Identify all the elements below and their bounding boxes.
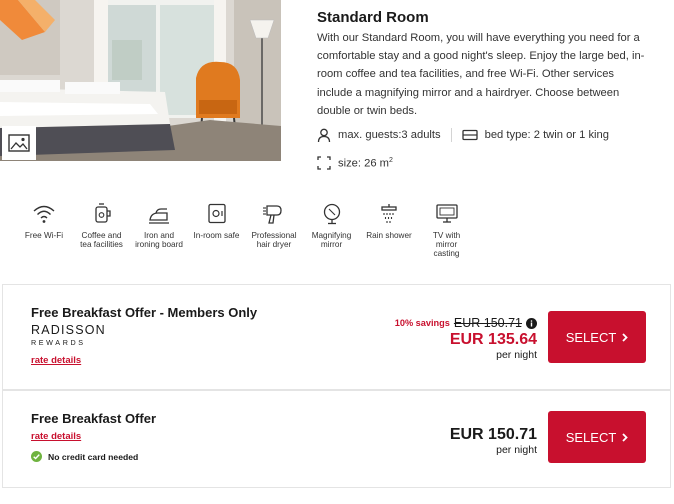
discounted-price: EUR 135.64 (449, 331, 537, 348)
radisson-rewards-logo: RADISSON REWARDS (31, 323, 106, 347)
amenity-label: Professional hair dryer (251, 231, 297, 250)
amenity-magnifying-mirror: Magnifying mirror (308, 203, 356, 259)
info-icon[interactable] (526, 317, 537, 329)
amenity-iron: Iron and ironing board (135, 203, 183, 259)
original-price: EUR 150.71 (453, 316, 522, 330)
offer-name: Free Breakfast Offer (31, 411, 156, 426)
room-description: With our Standard Room, you will have ev… (317, 32, 645, 117)
mirror-icon (323, 203, 340, 225)
amenity-label: TV with mirror casting (432, 231, 461, 259)
room-title: Standard Room (317, 9, 429, 26)
room-meta-row: max. guests:3 adults bed type: 2 twin or… (317, 126, 609, 144)
no-credit-card-note: No credit card needed (31, 451, 138, 462)
image-gallery-icon (8, 134, 30, 152)
meta-divider (450, 128, 452, 142)
hair-dryer-icon (263, 205, 282, 224)
safe-icon (207, 203, 226, 224)
amenity-safe: In-room safe (193, 203, 241, 259)
amenity-hair-dryer: Professional hair dryer (250, 203, 298, 259)
price: EUR 150.71 (449, 426, 537, 443)
amenity-label: Magnifying mirror (311, 231, 352, 250)
room-photo[interactable] (0, 0, 281, 161)
chevron-right-icon (622, 432, 629, 442)
iron-icon (149, 208, 169, 224)
rate-details-link[interactable]: rate details (31, 431, 81, 442)
size-icon (317, 156, 331, 170)
price-block: 10% savings EUR 150.71 EUR 135.64 per ni… (395, 316, 537, 361)
max-guests-text: max. guests:3 adults (338, 129, 441, 141)
amenity-rain-shower: Rain shower (365, 203, 413, 259)
no-credit-card-text: No credit card needed (48, 451, 139, 462)
room-size-text: size: 26 m2 (338, 156, 393, 170)
bed-icon (461, 129, 478, 141)
per-night-label: per night (496, 444, 537, 456)
amenity-coffee-tea: Coffee and tea facilities (78, 203, 126, 259)
wifi-icon (33, 205, 55, 223)
room-size: size: 26 m2 (317, 156, 393, 170)
select-button[interactable]: SELECT (548, 411, 646, 463)
amenity-free-wifi: Free Wi-Fi (20, 203, 68, 259)
select-button[interactable]: SELECT (548, 311, 646, 363)
room-size-row: size: 26 m2 (317, 154, 393, 172)
chevron-right-icon (622, 332, 629, 342)
savings-label: 10% savings (394, 318, 450, 328)
shower-icon (381, 204, 397, 223)
rate-details-link[interactable]: rate details (31, 355, 81, 366)
select-button-label: SELECT (565, 429, 617, 445)
savings-line: 10% savings EUR 150.71 (395, 316, 537, 330)
bed-type-text: bed type: 2 twin or 1 king (484, 129, 609, 141)
amenity-tv: TV with mirror casting (423, 203, 471, 259)
amenity-label: Rain shower (366, 231, 412, 240)
offer-name: Free Breakfast Offer - Members Only (31, 305, 258, 320)
amenities-list: Free Wi-Fi Coffee and tea facilities Iro… (20, 203, 480, 259)
amenity-label: Iron and ironing board (135, 231, 183, 250)
max-guests: max. guests:3 adults (317, 128, 441, 143)
select-button-label: SELECT (565, 329, 617, 345)
person-icon (317, 128, 331, 142)
bed-type: bed type: 2 twin or 1 king (461, 129, 609, 141)
price-block: EUR 150.71 per night (450, 425, 537, 456)
tv-icon (435, 204, 458, 223)
amenity-label: Coffee and tea facilities (80, 231, 123, 250)
check-circle-icon (31, 451, 42, 462)
offer-card-standard: Free Breakfast Offer rate details No cre… (2, 390, 671, 488)
amenity-label: Free Wi-Fi (24, 231, 64, 240)
gallery-badge[interactable] (2, 126, 36, 160)
coffee-icon (94, 203, 111, 223)
room-photo-illustration (0, 0, 281, 161)
amenity-label: In-room safe (193, 231, 240, 240)
per-night-label: per night (496, 349, 537, 361)
offer-card-members: Free Breakfast Offer - Members Only RADI… (2, 284, 671, 390)
